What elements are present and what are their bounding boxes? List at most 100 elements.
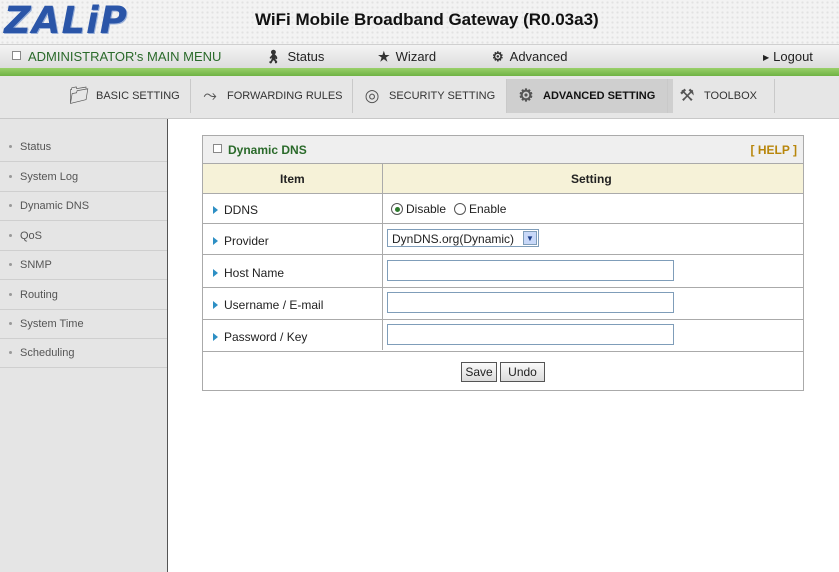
main-menu-bar: ADMINISTRATOR's MAIN MENU 🚶︎ Status ★ Wiza… <box>0 44 839 70</box>
sidebar-item-routing[interactable]: Routing <box>0 281 167 310</box>
password-label: Password / Key <box>224 330 308 344</box>
row-label-password: Password / Key <box>213 330 307 344</box>
sidebar-item-label: SNMP <box>20 259 52 271</box>
sidebar-item-system-log[interactable]: System Log <box>0 163 167 192</box>
header: ZALiP WiFi Mobile Broadband Gateway (R0.… <box>0 0 839 44</box>
tab-advanced-setting[interactable]: ⚙ ADVANCED SETTING <box>506 79 673 113</box>
sidebar-item-snmp[interactable]: SNMP <box>0 251 167 280</box>
undo-button[interactable]: Undo <box>500 362 545 382</box>
logout-label: Logout <box>773 49 813 64</box>
tab-advanced-label: ADVANCED SETTING <box>543 90 656 102</box>
sidebar-item-label: System Log <box>20 171 79 183</box>
square-icon <box>12 51 21 60</box>
sidebar-item-label: Status <box>20 141 52 153</box>
table-row-ddns: DDNS Disable Enable <box>203 194 803 224</box>
triangle-bullet-icon <box>213 301 218 309</box>
ddns-enable-label: Enable <box>469 202 507 216</box>
table-header: Item Setting <box>203 164 803 194</box>
radio-enable[interactable] <box>454 203 466 215</box>
ddns-disable-option[interactable]: Disable <box>391 202 446 216</box>
table-row-username: Username / E-mail <box>203 288 803 320</box>
status-menu-item[interactable]: 🚶︎ Status <box>265 49 324 65</box>
tab-basic-setting[interactable]: 📁︎ BASIC SETTING <box>60 79 192 113</box>
bullet-icon <box>9 293 12 296</box>
password-input[interactable] <box>387 324 674 345</box>
panel-header: Dynamic DNS [ HELP ] <box>203 136 803 164</box>
radio-disable[interactable] <box>391 203 403 215</box>
tab-forwarding-label: FORWARDING RULES <box>227 90 343 102</box>
sidebar: Status System Log Dynamic DNS QoS SNMP R… <box>0 119 168 572</box>
tab-basic-label: BASIC SETTING <box>96 90 180 102</box>
provider-select[interactable]: DynDNS.org(Dynamic) ▼ <box>387 229 539 247</box>
ddns-disable-label: Disable <box>406 202 447 216</box>
tab-toolbox-label: TOOLBOX <box>704 90 757 102</box>
tab-bar: 📁︎ BASIC SETTING ⤳ FORWARDING RULES ◎ SECUR… <box>0 76 839 119</box>
logout-link[interactable]: ▶ Logout <box>763 49 813 64</box>
bullet-icon <box>9 175 12 178</box>
ddns-label: DDNS <box>224 203 259 217</box>
triangle-bullet-icon <box>213 206 218 214</box>
divider-bar <box>0 68 839 76</box>
button-row: Save Undo <box>203 352 803 390</box>
provider-selected-value: DynDNS.org(Dynamic) <box>392 232 515 246</box>
ddns-enable-option[interactable]: Enable <box>454 202 506 216</box>
sidebar-item-system-time[interactable]: System Time <box>0 310 167 339</box>
wizard-menu-label: Wizard <box>395 49 437 64</box>
row-label-username: Username / E-mail <box>213 298 323 312</box>
bullet-icon <box>9 351 12 354</box>
tab-toolbox[interactable]: ⚒ TOOLBOX <box>667 79 775 113</box>
help-link[interactable]: [ HELP ] <box>751 143 797 157</box>
column-header-setting: Setting <box>571 172 612 186</box>
column-header-item: Item <box>280 172 305 186</box>
triangle-bullet-icon <box>213 333 218 341</box>
sidebar-item-label: Dynamic DNS <box>20 200 90 212</box>
table-row-host-name: Host Name <box>203 255 803 288</box>
admin-main-menu-link[interactable]: ADMINISTRATOR's MAIN MENU <box>12 49 221 64</box>
chevron-down-icon[interactable]: ▼ <box>523 231 537 245</box>
square-icon <box>213 144 222 153</box>
advanced-menu-item[interactable]: ⚙ Advanced <box>492 49 567 65</box>
row-label-ddns: DDNS <box>213 203 258 217</box>
table-row-password: Password / Key <box>203 320 803 352</box>
advanced-menu-label: Advanced <box>509 49 568 64</box>
tab-security-label: SECURITY SETTING <box>389 90 496 102</box>
sidebar-item-scheduling[interactable]: Scheduling <box>0 339 167 368</box>
advanced-tab-icon: ⚙ <box>518 86 534 105</box>
wizard-menu-item[interactable]: ★ Wizard <box>378 49 436 65</box>
sidebar-item-label: System Time <box>20 318 84 330</box>
bullet-icon <box>9 322 12 325</box>
brand-logo: ZALiP <box>4 0 128 42</box>
sidebar-item-label: Scheduling <box>20 347 75 359</box>
wizard-icon: ★ <box>378 49 390 64</box>
status-menu-label: Status <box>287 49 325 64</box>
bullet-icon <box>9 145 12 148</box>
username-input[interactable] <box>387 292 674 313</box>
host-name-input[interactable] <box>387 260 674 281</box>
app-title: WiFi Mobile Broadband Gateway (R0.03a3) <box>255 10 599 29</box>
sidebar-item-qos[interactable]: QoS <box>0 222 167 251</box>
arrow-right-icon: ▶ <box>763 53 770 62</box>
hostname-label: Host Name <box>224 266 285 280</box>
sidebar-item-status[interactable]: Status <box>0 133 167 162</box>
row-label-host-name: Host Name <box>213 266 284 280</box>
admin-main-menu-label: ADMINISTRATOR's MAIN MENU <box>28 49 222 64</box>
toolbox-icon: ⚒ <box>679 86 695 105</box>
panel-title: Dynamic DNS <box>213 143 307 157</box>
folder-icon: 📁︎ <box>68 86 90 105</box>
triangle-bullet-icon <box>213 237 218 245</box>
advanced-icon: ⚙ <box>492 49 504 64</box>
sidebar-item-dynamic-dns[interactable]: Dynamic DNS <box>0 192 167 221</box>
tab-forwarding-rules[interactable]: ⤳ FORWARDING RULES <box>190 79 357 113</box>
sidebar-item-label: Routing <box>20 289 58 301</box>
dynamic-dns-panel: Dynamic DNS [ HELP ] Item Setting DDNS D… <box>202 135 804 391</box>
row-label-provider: Provider <box>213 234 269 248</box>
bullet-icon <box>9 204 12 207</box>
bullet-icon <box>9 234 12 237</box>
tab-security-setting[interactable]: ◎ SECURITY SETTING <box>352 79 511 113</box>
person-icon: 🚶︎ <box>265 49 282 64</box>
provider-label: Provider <box>224 234 269 248</box>
table-row-provider: Provider DynDNS.org(Dynamic) ▼ <box>203 224 803 255</box>
username-label: Username / E-mail <box>224 298 324 312</box>
save-button[interactable]: Save <box>461 362 497 382</box>
triangle-bullet-icon <box>213 269 218 277</box>
